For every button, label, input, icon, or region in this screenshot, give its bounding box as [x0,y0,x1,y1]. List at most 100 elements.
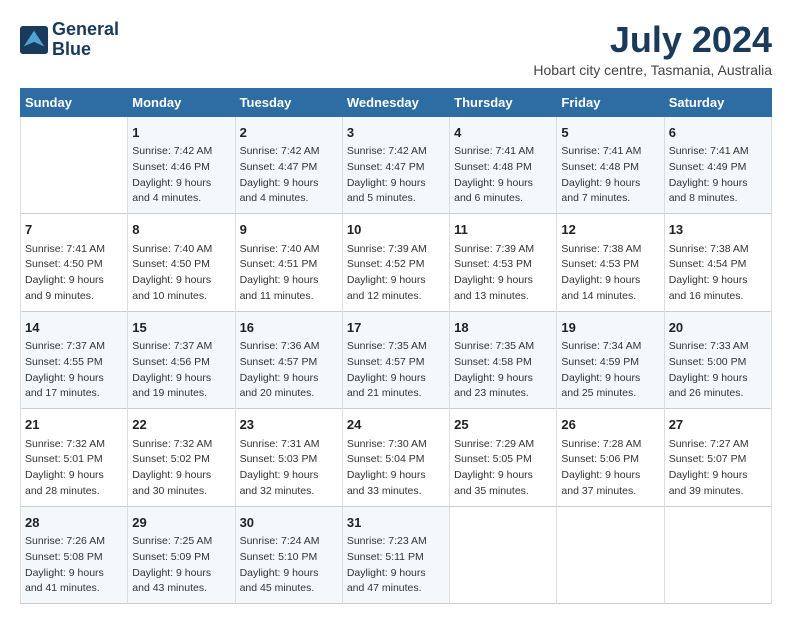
day-info: Sunrise: 7:32 AMSunset: 5:02 PMDaylight:… [132,437,230,500]
day-number: 28 [25,513,123,533]
day-number: 8 [132,220,230,240]
day-number: 26 [561,415,659,435]
calendar-week-row: 14Sunrise: 7:37 AMSunset: 4:55 PMDayligh… [21,311,772,409]
day-number: 12 [561,220,659,240]
logo: General Blue [20,20,119,60]
day-info: Sunrise: 7:26 AMSunset: 5:08 PMDaylight:… [25,534,123,597]
day-number: 6 [669,123,767,143]
calendar-cell: 24Sunrise: 7:30 AMSunset: 5:04 PMDayligh… [342,409,449,507]
day-number: 4 [454,123,552,143]
day-number: 10 [347,220,445,240]
day-info: Sunrise: 7:36 AMSunset: 4:57 PMDaylight:… [240,339,338,402]
day-number: 30 [240,513,338,533]
calendar-cell: 16Sunrise: 7:36 AMSunset: 4:57 PMDayligh… [235,311,342,409]
calendar-cell: 22Sunrise: 7:32 AMSunset: 5:02 PMDayligh… [128,409,235,507]
day-info: Sunrise: 7:24 AMSunset: 5:10 PMDaylight:… [240,534,338,597]
day-info: Sunrise: 7:35 AMSunset: 4:57 PMDaylight:… [347,339,445,402]
day-number: 14 [25,318,123,338]
day-number: 5 [561,123,659,143]
day-info: Sunrise: 7:41 AMSunset: 4:49 PMDaylight:… [669,144,767,207]
day-number: 11 [454,220,552,240]
day-info: Sunrise: 7:33 AMSunset: 5:00 PMDaylight:… [669,339,767,402]
day-info: Sunrise: 7:42 AMSunset: 4:47 PMDaylight:… [240,144,338,207]
day-info: Sunrise: 7:42 AMSunset: 4:47 PMDaylight:… [347,144,445,207]
calendar-week-row: 28Sunrise: 7:26 AMSunset: 5:08 PMDayligh… [21,506,772,604]
day-number: 17 [347,318,445,338]
logo-text: General Blue [52,20,119,60]
day-number: 18 [454,318,552,338]
calendar-week-row: 21Sunrise: 7:32 AMSunset: 5:01 PMDayligh… [21,409,772,507]
day-number: 2 [240,123,338,143]
calendar-cell: 5Sunrise: 7:41 AMSunset: 4:48 PMDaylight… [557,116,664,214]
calendar-cell: 30Sunrise: 7:24 AMSunset: 5:10 PMDayligh… [235,506,342,604]
page-header: General Blue July 2024 Hobart city centr… [20,20,772,78]
calendar-cell [664,506,771,604]
weekday-header: Monday [128,88,235,116]
day-info: Sunrise: 7:39 AMSunset: 4:52 PMDaylight:… [347,242,445,305]
calendar-cell: 9Sunrise: 7:40 AMSunset: 4:51 PMDaylight… [235,214,342,312]
calendar-cell: 19Sunrise: 7:34 AMSunset: 4:59 PMDayligh… [557,311,664,409]
day-number: 16 [240,318,338,338]
calendar-cell: 27Sunrise: 7:27 AMSunset: 5:07 PMDayligh… [664,409,771,507]
day-number: 3 [347,123,445,143]
calendar-cell: 18Sunrise: 7:35 AMSunset: 4:58 PMDayligh… [450,311,557,409]
calendar-cell: 15Sunrise: 7:37 AMSunset: 4:56 PMDayligh… [128,311,235,409]
day-info: Sunrise: 7:41 AMSunset: 4:48 PMDaylight:… [454,144,552,207]
calendar-cell: 20Sunrise: 7:33 AMSunset: 5:00 PMDayligh… [664,311,771,409]
weekday-header: Thursday [450,88,557,116]
title-block: July 2024 Hobart city centre, Tasmania, … [533,20,772,78]
day-number: 20 [669,318,767,338]
calendar-cell: 21Sunrise: 7:32 AMSunset: 5:01 PMDayligh… [21,409,128,507]
day-number: 13 [669,220,767,240]
day-number: 19 [561,318,659,338]
day-info: Sunrise: 7:40 AMSunset: 4:51 PMDaylight:… [240,242,338,305]
calendar-cell: 8Sunrise: 7:40 AMSunset: 4:50 PMDaylight… [128,214,235,312]
day-number: 23 [240,415,338,435]
calendar-cell: 4Sunrise: 7:41 AMSunset: 4:48 PMDaylight… [450,116,557,214]
day-number: 15 [132,318,230,338]
calendar-cell: 31Sunrise: 7:23 AMSunset: 5:11 PMDayligh… [342,506,449,604]
day-info: Sunrise: 7:29 AMSunset: 5:05 PMDaylight:… [454,437,552,500]
calendar-cell: 6Sunrise: 7:41 AMSunset: 4:49 PMDaylight… [664,116,771,214]
day-number: 25 [454,415,552,435]
weekday-header: Wednesday [342,88,449,116]
day-info: Sunrise: 7:41 AMSunset: 4:48 PMDaylight:… [561,144,659,207]
day-number: 21 [25,415,123,435]
day-info: Sunrise: 7:23 AMSunset: 5:11 PMDaylight:… [347,534,445,597]
day-info: Sunrise: 7:42 AMSunset: 4:46 PMDaylight:… [132,144,230,207]
calendar-header-row: SundayMondayTuesdayWednesdayThursdayFrid… [21,88,772,116]
calendar-cell: 3Sunrise: 7:42 AMSunset: 4:47 PMDaylight… [342,116,449,214]
day-info: Sunrise: 7:30 AMSunset: 5:04 PMDaylight:… [347,437,445,500]
logo-icon [20,26,48,54]
month-title: July 2024 [533,20,772,60]
calendar-cell: 12Sunrise: 7:38 AMSunset: 4:53 PMDayligh… [557,214,664,312]
calendar-cell [557,506,664,604]
day-number: 7 [25,220,123,240]
day-info: Sunrise: 7:35 AMSunset: 4:58 PMDaylight:… [454,339,552,402]
weekday-header: Sunday [21,88,128,116]
calendar-week-row: 7Sunrise: 7:41 AMSunset: 4:50 PMDaylight… [21,214,772,312]
day-info: Sunrise: 7:38 AMSunset: 4:54 PMDaylight:… [669,242,767,305]
day-number: 9 [240,220,338,240]
calendar-cell: 28Sunrise: 7:26 AMSunset: 5:08 PMDayligh… [21,506,128,604]
calendar-cell: 17Sunrise: 7:35 AMSunset: 4:57 PMDayligh… [342,311,449,409]
calendar-cell: 29Sunrise: 7:25 AMSunset: 5:09 PMDayligh… [128,506,235,604]
day-info: Sunrise: 7:41 AMSunset: 4:50 PMDaylight:… [25,242,123,305]
day-info: Sunrise: 7:31 AMSunset: 5:03 PMDaylight:… [240,437,338,500]
day-info: Sunrise: 7:27 AMSunset: 5:07 PMDaylight:… [669,437,767,500]
calendar-cell: 26Sunrise: 7:28 AMSunset: 5:06 PMDayligh… [557,409,664,507]
calendar-cell [21,116,128,214]
day-info: Sunrise: 7:32 AMSunset: 5:01 PMDaylight:… [25,437,123,500]
day-number: 29 [132,513,230,533]
day-info: Sunrise: 7:38 AMSunset: 4:53 PMDaylight:… [561,242,659,305]
calendar-cell: 25Sunrise: 7:29 AMSunset: 5:05 PMDayligh… [450,409,557,507]
calendar-cell [450,506,557,604]
day-info: Sunrise: 7:37 AMSunset: 4:55 PMDaylight:… [25,339,123,402]
day-info: Sunrise: 7:28 AMSunset: 5:06 PMDaylight:… [561,437,659,500]
location-subtitle: Hobart city centre, Tasmania, Australia [533,62,772,78]
calendar-cell: 11Sunrise: 7:39 AMSunset: 4:53 PMDayligh… [450,214,557,312]
day-info: Sunrise: 7:34 AMSunset: 4:59 PMDaylight:… [561,339,659,402]
calendar-cell: 23Sunrise: 7:31 AMSunset: 5:03 PMDayligh… [235,409,342,507]
calendar-cell: 7Sunrise: 7:41 AMSunset: 4:50 PMDaylight… [21,214,128,312]
day-number: 27 [669,415,767,435]
